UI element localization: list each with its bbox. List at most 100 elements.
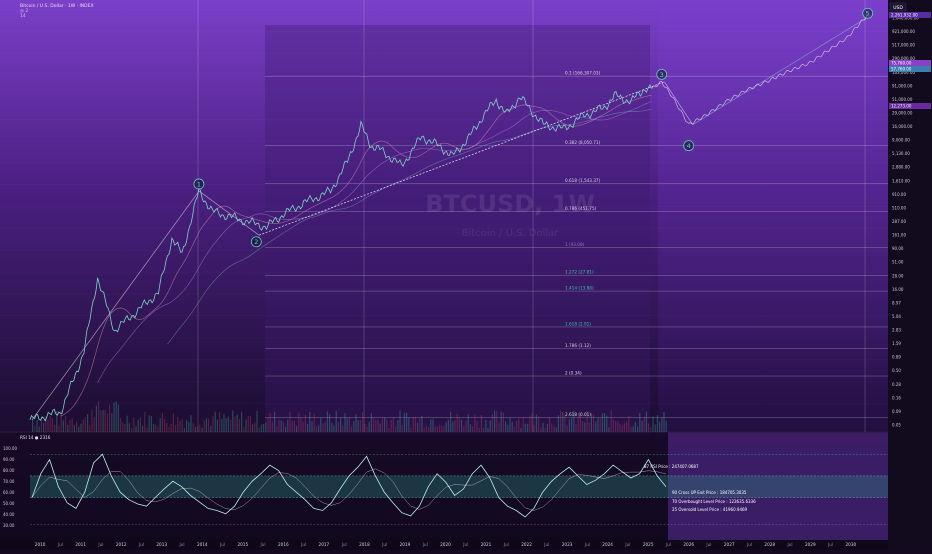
time-axis-tick: 2018 xyxy=(359,542,370,547)
volume-bar xyxy=(157,426,159,432)
wave-label: 3 xyxy=(660,71,664,79)
volume-bar xyxy=(351,426,353,432)
volume-bar xyxy=(412,416,414,432)
volume-bar xyxy=(260,424,262,432)
currency-label[interactable]: USD xyxy=(893,5,903,11)
time-axis-tick: Jul xyxy=(787,542,793,547)
volume-bar xyxy=(326,411,328,432)
volume-bar xyxy=(480,414,482,432)
volume-bar xyxy=(142,425,144,432)
volume-bar xyxy=(364,423,366,432)
volume-bar xyxy=(89,425,91,432)
volume-bar xyxy=(458,416,460,432)
volume-bar xyxy=(47,419,49,432)
volume-bar xyxy=(164,419,166,432)
volume-bar xyxy=(276,426,278,432)
volume-bar xyxy=(208,418,210,432)
volume-bar xyxy=(568,418,570,432)
price-axis-tick: 91,000.00 xyxy=(892,83,913,88)
wave-label: 5 xyxy=(866,10,870,18)
price-axis-tick: 0.05 xyxy=(892,423,901,428)
volume-bar xyxy=(38,426,40,432)
volume-bar xyxy=(566,425,568,432)
volume-bar xyxy=(432,418,434,432)
volume-bar xyxy=(252,424,254,432)
volume-bar xyxy=(502,412,504,432)
volume-bar xyxy=(190,415,192,432)
volume-bar xyxy=(428,426,430,432)
rsi-axis-tick: 30.00 xyxy=(3,523,15,528)
volume-bar xyxy=(230,420,232,432)
price-axis-tick: 5,130.00 xyxy=(892,151,910,156)
volume-bar xyxy=(84,417,86,432)
volume-bar xyxy=(436,426,438,432)
tradingview-chart[interactable]: 0.1 (166,307.03) 0.382 (8,050.71) 0.618 (1… xyxy=(0,0,932,550)
volume-bar xyxy=(555,427,557,432)
volume-bar xyxy=(304,414,306,432)
volume-bar xyxy=(584,422,586,432)
price-badge-label: 57,760.00 xyxy=(891,67,912,72)
time-axis-tick: 2011 xyxy=(75,542,86,547)
chart-stage[interactable]: 0.1 (166,307.03) 0.382 (8,050.71) 0.618 (1… xyxy=(0,0,932,550)
volume-bar xyxy=(546,423,548,432)
volume-bar xyxy=(505,421,507,432)
volume-bar xyxy=(113,402,115,432)
price-axis-tick: 16,000.00 xyxy=(892,124,913,129)
volume-bar xyxy=(153,423,155,432)
rsi-axis-tick: 60.00 xyxy=(3,490,15,495)
volume-bar xyxy=(131,427,133,432)
volume-bar xyxy=(172,413,174,432)
volume-bar xyxy=(606,415,608,432)
time-axis-tick: Jul xyxy=(219,542,225,547)
symbol-title[interactable]: Bitcoin / U.S. Dollar · 1W · INDEX xyxy=(20,3,94,9)
volume-bar xyxy=(282,422,284,432)
volume-bar xyxy=(104,409,106,432)
volume-bar xyxy=(192,423,194,432)
volume-bar xyxy=(214,411,216,432)
volume-bar xyxy=(579,413,581,432)
volume-bar xyxy=(58,425,60,432)
wave-label: 2 xyxy=(254,238,258,246)
time-axis-tick: 2029 xyxy=(805,542,816,547)
volume-bar xyxy=(234,416,236,432)
volume-bar xyxy=(51,417,53,432)
volume-bar xyxy=(401,424,403,432)
time-axis-tick: 2023 xyxy=(562,542,573,547)
volume-bar xyxy=(337,421,339,432)
volume-bar xyxy=(553,426,555,432)
time-axis-tick: 2028 xyxy=(764,542,775,547)
volume-bar xyxy=(348,417,350,432)
volume-bar xyxy=(82,419,84,432)
volume-bar xyxy=(216,419,218,432)
volume-bar xyxy=(117,404,119,432)
volume-bar xyxy=(637,426,639,432)
volume-bar xyxy=(265,422,267,432)
volume-bar xyxy=(194,426,196,432)
volume-bar xyxy=(661,417,663,432)
time-axis-tick: Jul xyxy=(705,542,711,547)
volume-bar xyxy=(170,423,172,432)
volume-bar xyxy=(175,425,177,432)
rsi-annotation: 70 Overbought Level Price : 123635.6336 xyxy=(672,499,756,504)
volume-bar xyxy=(271,421,273,432)
volume-bar xyxy=(529,416,531,432)
volume-bar xyxy=(496,411,498,432)
volume-bar xyxy=(623,423,625,432)
volume-bar xyxy=(489,420,491,432)
volume-bar xyxy=(474,414,476,432)
price-axis-tick: 8.97 xyxy=(892,300,901,305)
volume-bar xyxy=(238,418,240,432)
volume-bar xyxy=(450,411,452,432)
volume-bar xyxy=(227,416,229,432)
volume-bar xyxy=(513,426,515,432)
fib-label: 1 (93.08) xyxy=(565,242,585,247)
volume-bar xyxy=(535,414,537,432)
time-axis-tick: Jul xyxy=(422,542,428,547)
rsi-annotation: 90 Cross UP Exit Price : 184705.3035 xyxy=(672,490,747,495)
price-axis-tick: 0.16 xyxy=(892,395,901,400)
volume-bar xyxy=(540,427,542,432)
time-axis-tick: Jul xyxy=(138,542,144,547)
volume-bar xyxy=(95,405,97,432)
volume-bar xyxy=(487,427,489,432)
volume-bar xyxy=(373,418,375,432)
